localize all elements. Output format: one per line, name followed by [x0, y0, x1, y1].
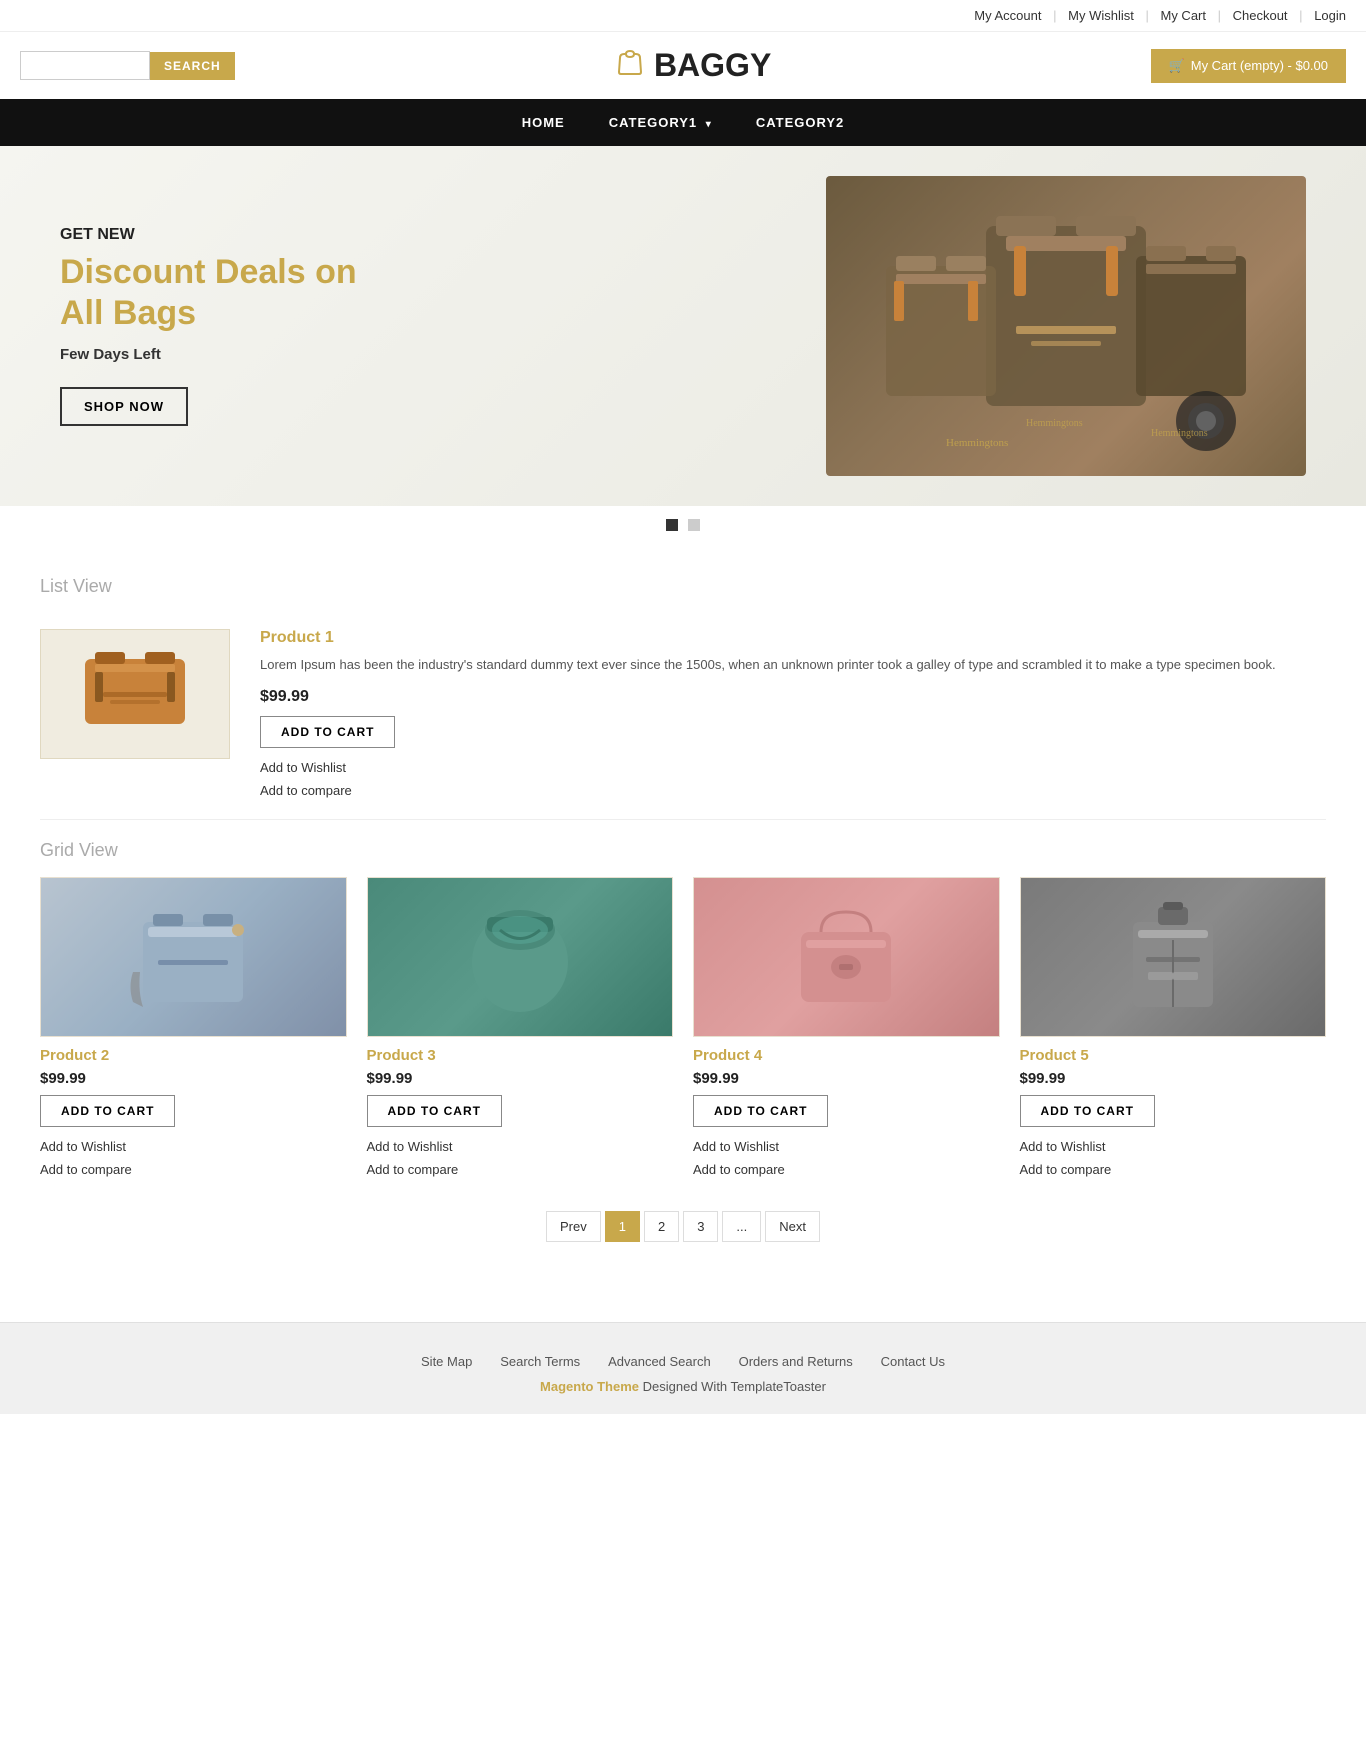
svg-text:Hemmingtons: Hemmingtons	[1026, 418, 1083, 429]
product1-add-to-cart[interactable]: ADD TO CART	[260, 716, 395, 748]
grid-view: Product 2 $99.99 ADD TO CART Add to Wish…	[40, 877, 1326, 1182]
svg-text:Hemmingtons: Hemmingtons	[946, 437, 1008, 449]
product3-compare[interactable]: Add to compare	[367, 1158, 674, 1181]
my-cart-link[interactable]: My Cart	[1160, 8, 1206, 23]
hero-dot-1[interactable]	[666, 519, 678, 531]
svg-text:Hemmingtons: Hemmingtons	[1151, 428, 1208, 439]
product4-price: $99.99	[693, 1070, 1000, 1087]
grid-item-product3: Product 3 $99.99 ADD TO CART Add to Wish…	[367, 877, 674, 1182]
logo[interactable]: BAGGY	[614, 46, 771, 85]
my-wishlist-link[interactable]: My Wishlist	[1068, 8, 1134, 23]
main-content: List View Product 1 Lorem Ipsum has been…	[0, 546, 1366, 1302]
login-link[interactable]: Login	[1314, 8, 1346, 23]
product2-add-to-cart[interactable]: ADD TO CART	[40, 1095, 175, 1127]
logo-text: BAGGY	[654, 47, 771, 84]
footer-search-terms[interactable]: Search Terms	[500, 1354, 580, 1369]
pagination: Prev 1 2 3 ... Next	[40, 1211, 1326, 1242]
product4-name[interactable]: Product 4	[693, 1047, 1000, 1064]
cart-button[interactable]: 🛒 My Cart (empty) - $0.00	[1151, 49, 1346, 83]
chevron-down-icon: ▾	[706, 119, 712, 130]
product5-wishlist[interactable]: Add to Wishlist	[1020, 1135, 1327, 1158]
pagination-page-1[interactable]: 1	[605, 1211, 640, 1242]
pagination-next[interactable]: Next	[765, 1211, 820, 1242]
product3-image	[367, 877, 674, 1037]
product5-links: Add to Wishlist Add to compare	[1020, 1135, 1327, 1182]
hero-pre-title: GET NEW	[60, 226, 380, 244]
nav-category1-label: CATEGORY1	[609, 115, 697, 130]
product1-name[interactable]: Product 1	[260, 629, 1326, 647]
pagination-page-2[interactable]: 2	[644, 1211, 679, 1242]
product4-wishlist[interactable]: Add to Wishlist	[693, 1135, 1000, 1158]
product1-price: $99.99	[260, 688, 1326, 706]
product5-image	[1020, 877, 1327, 1037]
list-view-item: Product 1 Lorem Ipsum has been the indus…	[40, 613, 1326, 820]
shop-now-button[interactable]: SHOP NOW	[60, 387, 188, 426]
footer-credit-text: Designed With TemplateToaster	[639, 1379, 826, 1394]
nav-item-category1[interactable]: CATEGORY1 ▾	[587, 99, 734, 146]
hero-image: Hemmingtons Hemmingtons Hemmingtons	[826, 176, 1306, 476]
grid-item-product5: Product 5 $99.99 ADD TO CART Add to Wish…	[1020, 877, 1327, 1182]
search-button[interactable]: SEARCH	[150, 52, 235, 80]
hero-dots	[0, 506, 1366, 546]
footer-credit: Magento Theme Designed With TemplateToas…	[20, 1379, 1346, 1394]
product1-compare[interactable]: Add to compare	[260, 779, 1326, 802]
product2-name[interactable]: Product 2	[40, 1047, 347, 1064]
footer-orders-returns[interactable]: Orders and Returns	[739, 1354, 853, 1369]
product4-add-to-cart[interactable]: ADD TO CART	[693, 1095, 828, 1127]
footer: Site Map Search Terms Advanced Search Or…	[0, 1322, 1366, 1414]
product2-links: Add to Wishlist Add to compare	[40, 1135, 347, 1182]
product3-wishlist[interactable]: Add to Wishlist	[367, 1135, 674, 1158]
hero-text: GET NEW Discount Deals on All Bags Few D…	[60, 226, 380, 426]
product4-compare[interactable]: Add to compare	[693, 1158, 1000, 1181]
logo-icon	[614, 46, 646, 85]
hero-title: Discount Deals on All Bags	[60, 252, 380, 334]
product5-add-to-cart[interactable]: ADD TO CART	[1020, 1095, 1155, 1127]
cart-icon: 🛒	[1169, 58, 1185, 74]
search-input[interactable]	[20, 51, 150, 80]
grid-item-product2: Product 2 $99.99 ADD TO CART Add to Wish…	[40, 877, 347, 1182]
product2-compare[interactable]: Add to compare	[40, 1158, 347, 1181]
hero-bags-image: Hemmingtons Hemmingtons Hemmingtons	[826, 176, 1306, 476]
product5-name[interactable]: Product 5	[1020, 1047, 1327, 1064]
product1-image	[40, 629, 230, 759]
pagination-ellipsis: ...	[722, 1211, 761, 1242]
my-account-link[interactable]: My Account	[974, 8, 1041, 23]
product2-image	[40, 877, 347, 1037]
footer-advanced-search[interactable]: Advanced Search	[608, 1354, 711, 1369]
product4-links: Add to Wishlist Add to compare	[693, 1135, 1000, 1182]
product4-image	[693, 877, 1000, 1037]
footer-links: Site Map Search Terms Advanced Search Or…	[20, 1353, 1346, 1369]
pagination-page-3[interactable]: 3	[683, 1211, 718, 1242]
nav-item-category2[interactable]: CATEGORY2	[734, 99, 866, 146]
product3-name[interactable]: Product 3	[367, 1047, 674, 1064]
pagination-prev[interactable]: Prev	[546, 1211, 601, 1242]
hero-banner: GET NEW Discount Deals on All Bags Few D…	[0, 146, 1366, 506]
footer-contact-us[interactable]: Contact Us	[881, 1354, 945, 1369]
product3-add-to-cart[interactable]: ADD TO CART	[367, 1095, 502, 1127]
product5-compare[interactable]: Add to compare	[1020, 1158, 1327, 1181]
top-bar: My Account | My Wishlist | My Cart | Che…	[0, 0, 1366, 32]
cart-label: My Cart (empty) - $0.00	[1191, 58, 1328, 73]
grid-view-title: Grid View	[40, 840, 1326, 861]
list-view-title: List View	[40, 576, 1326, 597]
footer-brand: Magento Theme	[540, 1379, 639, 1394]
product3-links: Add to Wishlist Add to compare	[367, 1135, 674, 1182]
product1-links: Add to Wishlist Add to compare	[260, 756, 1326, 803]
header: SEARCH BAGGY 🛒 My Cart (empty) - $0.00	[0, 32, 1366, 99]
hero-dot-2[interactable]	[688, 519, 700, 531]
footer-sitemap[interactable]: Site Map	[421, 1354, 472, 1369]
product2-price: $99.99	[40, 1070, 347, 1087]
checkout-link[interactable]: Checkout	[1233, 8, 1288, 23]
product1-wishlist[interactable]: Add to Wishlist	[260, 756, 1326, 779]
product3-price: $99.99	[367, 1070, 674, 1087]
hero-subtitle: Few Days Left	[60, 346, 380, 363]
product2-wishlist[interactable]: Add to Wishlist	[40, 1135, 347, 1158]
nav-item-home[interactable]: HOME	[500, 99, 587, 146]
main-nav: HOME CATEGORY1 ▾ CATEGORY2	[0, 99, 1366, 146]
product5-price: $99.99	[1020, 1070, 1327, 1087]
search-bar: SEARCH	[20, 51, 235, 80]
product1-details: Product 1 Lorem Ipsum has been the indus…	[260, 629, 1326, 803]
grid-item-product4: Product 4 $99.99 ADD TO CART Add to Wish…	[693, 877, 1000, 1182]
product1-description: Lorem Ipsum has been the industry's stan…	[260, 655, 1326, 676]
